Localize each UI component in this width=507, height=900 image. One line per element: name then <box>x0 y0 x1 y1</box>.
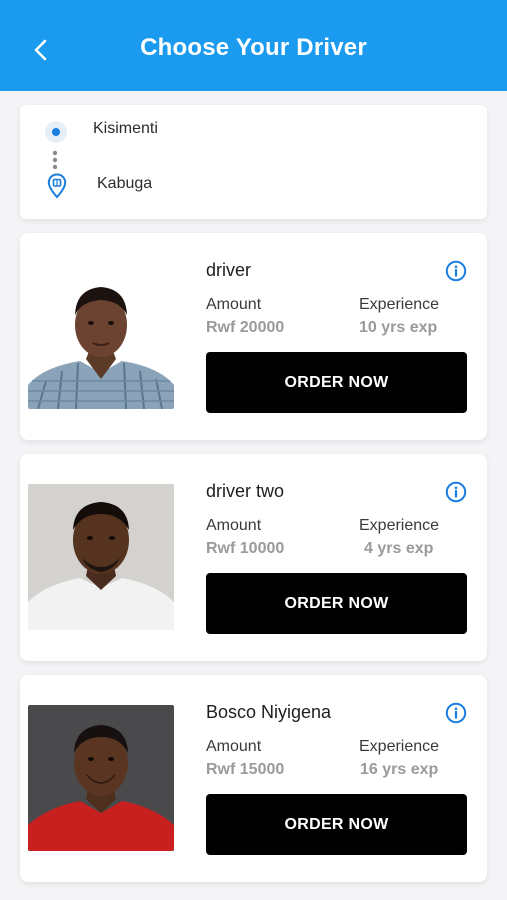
amount-label: Amount <box>206 296 262 313</box>
destination-label: Kabuga <box>97 175 153 192</box>
order-now-button[interactable]: ORDER NOW <box>206 573 467 634</box>
driver-info-button[interactable] <box>445 702 467 724</box>
experience-value: 16 yrs exp <box>360 761 439 778</box>
experience-label: Experience <box>359 296 440 313</box>
driver-card: Bosco Niyigena Amount Rwf 15000 Experien… <box>20 675 487 882</box>
driver-card: driver Amount Rwf 20000 Experience 10 yr… <box>20 233 487 440</box>
route-card: Kisimenti Kabuga <box>20 105 487 219</box>
experience-value: 10 yrs exp <box>359 319 438 336</box>
origin-dot-icon <box>45 121 67 143</box>
amount-value: Rwf 10000 <box>206 540 285 557</box>
driver-photo <box>28 484 174 630</box>
amount-value: Rwf 20000 <box>206 319 285 336</box>
driver-info-button[interactable] <box>445 260 467 282</box>
amount-value: Rwf 15000 <box>206 761 285 778</box>
experience-value: 4 yrs exp <box>364 540 434 557</box>
driver-name: Bosco Niyigena <box>206 702 332 722</box>
driver-card: driver two Amount Rwf 10000 Experience 4… <box>20 454 487 661</box>
app-header: Choose Your Driver <box>0 0 507 91</box>
amount-label: Amount <box>206 738 262 755</box>
page-title: Choose Your Driver <box>140 34 367 61</box>
driver-info-button[interactable] <box>445 481 467 503</box>
origin-label: Kisimenti <box>93 120 158 137</box>
info-icon <box>445 260 467 282</box>
info-icon <box>445 481 467 503</box>
route-dots <box>52 150 58 170</box>
amount-label: Amount <box>206 517 262 534</box>
driver-name: driver two <box>206 481 285 501</box>
order-now-button[interactable]: ORDER NOW <box>206 794 467 855</box>
experience-label: Experience <box>359 738 440 755</box>
driver-name: driver <box>206 260 252 280</box>
driver-photo <box>28 263 174 409</box>
experience-label: Experience <box>359 517 440 534</box>
info-icon <box>445 702 467 724</box>
driver-photo <box>28 705 174 851</box>
order-now-button[interactable]: ORDER NOW <box>206 352 467 413</box>
destination-pin-icon <box>47 173 67 199</box>
